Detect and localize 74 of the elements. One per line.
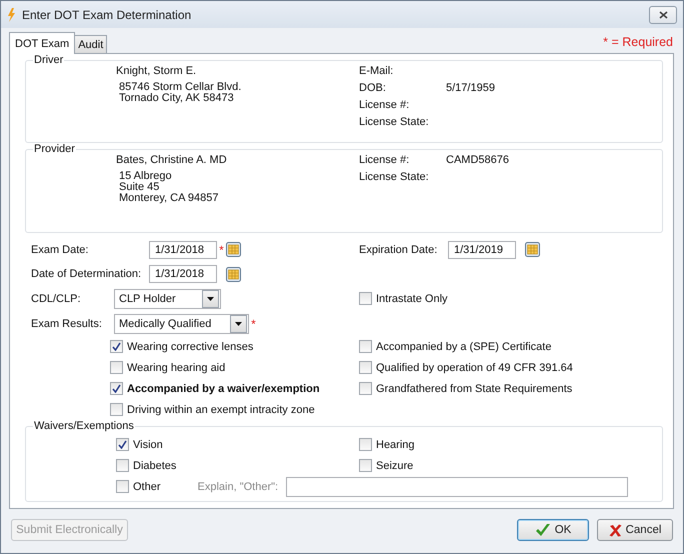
checkbox-label: Wearing hearing aid [127, 362, 226, 374]
checkbox-label: Accompanied by a waiver/exemption [127, 382, 320, 394]
window-title: Enter DOT Exam Determination [22, 8, 192, 22]
checkbox[interactable] [110, 361, 123, 374]
field-label: Expiration Date: [359, 244, 438, 256]
calendar-icon[interactable] [525, 242, 540, 257]
checkbox[interactable] [359, 438, 372, 451]
ok-button[interactable]: OK [517, 519, 589, 541]
group-title: Provider [33, 143, 76, 155]
close-icon [658, 10, 668, 18]
field-value: 5/17/1959 [446, 82, 496, 96]
tab[interactable]: Audit [74, 35, 108, 53]
address-line: Monterey, CA 94857 [119, 193, 220, 204]
field-label: License #: [359, 99, 410, 113]
dropdown[interactable]: Medically Qualified [114, 314, 249, 334]
calendar-icon[interactable] [226, 242, 241, 257]
required-legend: * = Required [603, 35, 673, 49]
name-text: Knight, Storm E. [116, 65, 198, 79]
checkbox-label: Accompanied by a (SPE) Certificate [376, 340, 552, 352]
calendar-icon[interactable] [226, 266, 241, 282]
field-value: CAMD58676 [446, 154, 510, 168]
checkbox[interactable] [359, 361, 372, 374]
tab[interactable]: DOT Exam [9, 32, 76, 54]
group-title: Waivers/Exemptions [33, 420, 135, 432]
checkbox-label: Hearing [376, 438, 415, 450]
checkbox[interactable] [116, 480, 129, 493]
field-label: License State: [359, 116, 430, 130]
field-label: CDL/CLP: [31, 292, 82, 304]
cancel-button[interactable]: Cancel [597, 519, 673, 541]
field-label: License State: [359, 171, 430, 185]
field-label: Explain, "Other": [198, 480, 280, 492]
address-line: 15 Albrego [119, 171, 173, 182]
address-line: Tornado City, AK 58473 [119, 93, 235, 104]
caret-down-icon [235, 322, 242, 326]
field-label: License #: [359, 154, 410, 168]
field-label: DOB: [359, 82, 387, 96]
date-field[interactable]: 1/31/2018 [149, 265, 217, 283]
text-field[interactable] [286, 476, 628, 496]
checkbox[interactable] [110, 403, 123, 416]
date-field[interactable]: 1/31/2018 [149, 240, 217, 258]
group-title: Driver [33, 54, 64, 66]
field-label: Exam Results: [31, 318, 103, 330]
name-text: Bates, Christine A. MD [116, 154, 228, 168]
required-mark: * [218, 242, 225, 256]
checkbox[interactable] [110, 382, 123, 395]
checkbox-label: Other [133, 480, 161, 492]
checkbox[interactable] [359, 459, 372, 472]
checkbox-label: Intrastate Only [376, 292, 448, 304]
checkbox[interactable] [359, 382, 372, 395]
field-label: Exam Date: [31, 244, 90, 256]
checkbox-label: Seizure [376, 460, 414, 472]
checkbox-label: Vision [133, 438, 163, 450]
checkmark-icon [534, 523, 551, 537]
lightning-icon [7, 8, 16, 22]
checkbox[interactable] [359, 292, 372, 305]
address-line: 85746 Storm Cellar Blvd. [119, 82, 242, 93]
dropdown[interactable]: CLP Holder [114, 288, 221, 308]
x-icon [608, 524, 622, 536]
checkbox-label: Qualified by operation of 49 CFR 391.64 [376, 362, 573, 374]
checkbox-label: Wearing corrective lenses [127, 340, 254, 352]
address-line: Suite 45 [119, 182, 160, 193]
field-label: Date of Determination: [31, 268, 142, 280]
close-button[interactable] [649, 6, 677, 24]
checkbox[interactable] [110, 340, 123, 353]
checkbox[interactable] [116, 459, 129, 472]
date-field[interactable]: 1/31/2019 [448, 240, 516, 258]
required-mark: * [250, 316, 257, 330]
checkbox-label: Grandfathered from State Requirements [376, 382, 572, 394]
checkbox[interactable] [359, 340, 372, 353]
field-label: E-Mail: [359, 65, 394, 79]
checkbox[interactable] [116, 438, 129, 451]
checkbox-label: Diabetes [133, 460, 176, 472]
checkbox-label: Driving within an exempt intracity zone [127, 404, 315, 416]
caret-down-icon [207, 296, 214, 300]
